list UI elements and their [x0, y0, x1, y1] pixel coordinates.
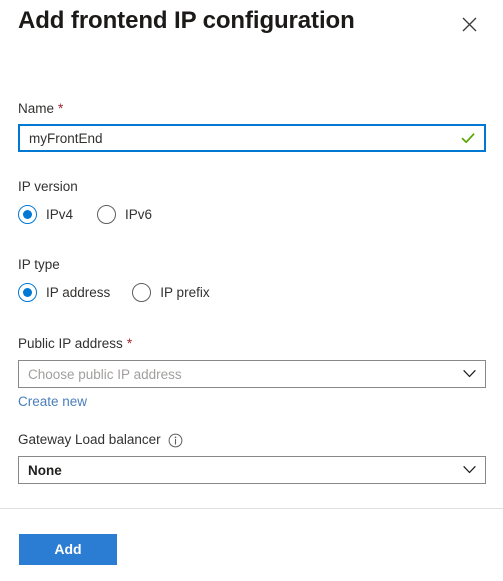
name-label-text: Name: [18, 101, 55, 116]
ip-type-label-text: IP type: [18, 257, 60, 272]
radio-ip-address-label: IP address: [46, 284, 111, 300]
ip-type-radio-group: IP address IP prefix: [18, 282, 210, 302]
public-ip-address-dropdown[interactable]: Choose public IP address: [18, 360, 486, 388]
radio-ipv4[interactable]: IPv4: [18, 204, 74, 224]
public-ip-required-asterisk: *: [126, 336, 133, 351]
chevron-down-icon: [463, 370, 476, 379]
footer-separator: [0, 508, 503, 509]
public-ip-address-label-text: Public IP address: [18, 336, 123, 351]
radio-ipv6[interactable]: IPv6: [97, 204, 153, 224]
radio-ipv6-label: IPv6: [125, 206, 153, 222]
ip-type-label: IP type: [18, 256, 210, 274]
add-button[interactable]: Add: [19, 534, 117, 565]
radio-ipv4-label: IPv4: [46, 206, 74, 222]
field-gateway-load-balancer: Gateway Load balancer None: [18, 431, 486, 484]
close-icon: [462, 17, 477, 32]
radio-ip-prefix-label: IP prefix: [160, 284, 210, 300]
radio-ip-address[interactable]: IP address: [18, 282, 111, 302]
close-button[interactable]: [455, 10, 483, 38]
gateway-load-balancer-label: Gateway Load balancer: [18, 431, 486, 449]
create-new-public-ip-link[interactable]: Create new: [18, 394, 87, 409]
radio-ip-address-dot: [23, 287, 32, 297]
field-name: Name *: [18, 100, 486, 152]
panel-header: Add frontend IP configuration: [0, 0, 503, 52]
field-ip-type: IP type IP address IP prefix: [18, 256, 210, 302]
name-input[interactable]: [20, 126, 484, 150]
radio-ipv4-dot: [23, 209, 32, 219]
name-label: Name *: [18, 100, 486, 118]
gateway-load-balancer-dropdown-value: None: [28, 462, 62, 478]
public-ip-address-dropdown-value: Choose public IP address: [28, 366, 182, 382]
ip-version-label-text: IP version: [18, 179, 78, 194]
name-input-wrapper[interactable]: [18, 124, 486, 152]
radio-ip-address-mark: [18, 282, 37, 302]
gateway-load-balancer-label-text: Gateway Load balancer: [18, 432, 161, 447]
radio-ipv6-mark: [97, 204, 117, 224]
gateway-load-balancer-dropdown[interactable]: None: [18, 456, 486, 484]
radio-ipv4-mark: [18, 204, 37, 224]
field-public-ip-address: Public IP address * Choose public IP add…: [18, 335, 486, 411]
page-title: Add frontend IP configuration: [18, 7, 355, 34]
info-icon[interactable]: [168, 433, 183, 448]
name-required-asterisk: *: [58, 101, 64, 116]
chevron-down-icon: [463, 466, 476, 475]
public-ip-address-label: Public IP address *: [18, 335, 486, 353]
radio-ip-prefix-mark: [132, 282, 152, 302]
radio-ip-prefix[interactable]: IP prefix: [132, 282, 210, 302]
ip-version-radio-group: IPv4 IPv6: [18, 204, 152, 224]
field-ip-version: IP version IPv4 IPv6: [18, 178, 152, 224]
ip-version-label: IP version: [18, 178, 152, 196]
